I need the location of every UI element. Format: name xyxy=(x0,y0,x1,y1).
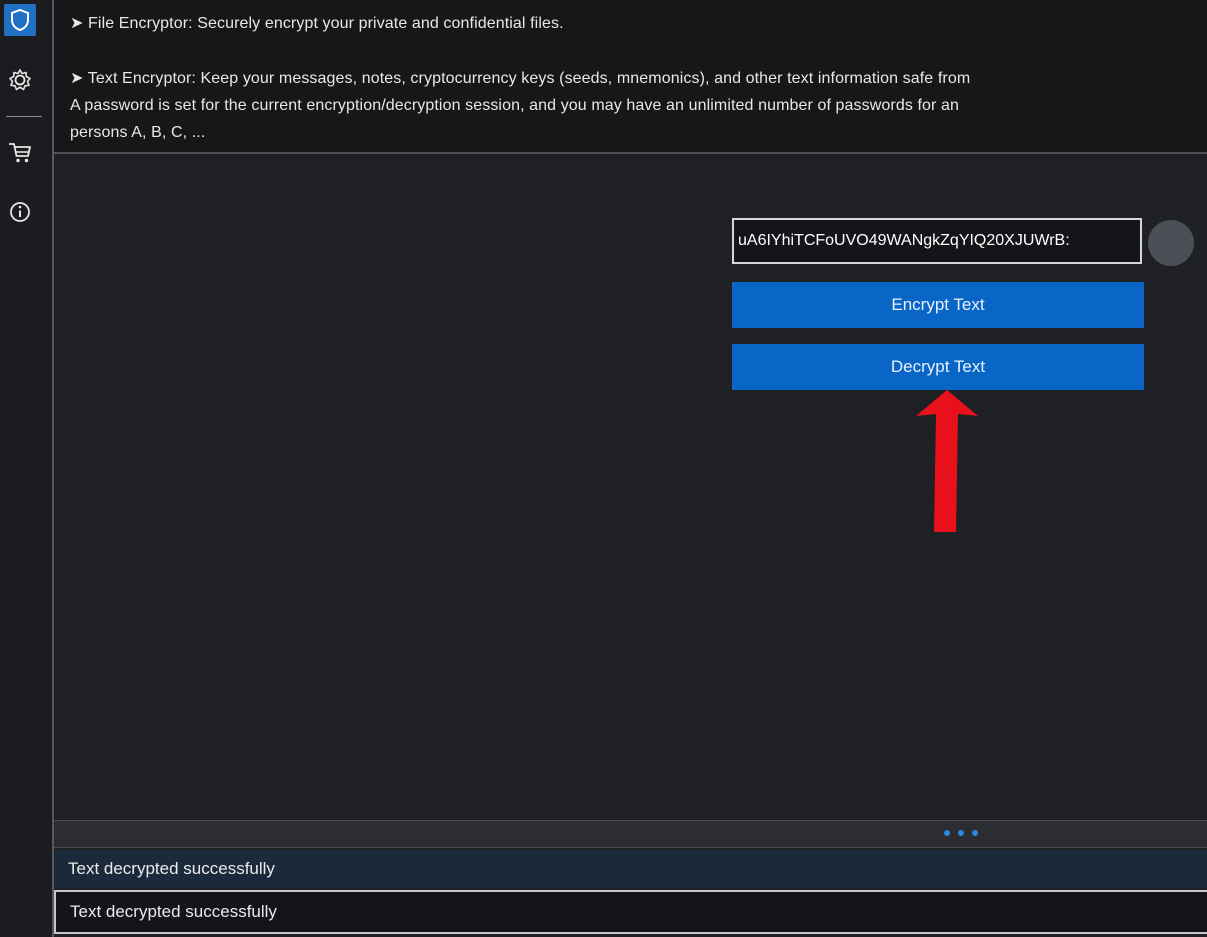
encrypt-text-button[interactable]: Encrypt Text xyxy=(732,282,1144,328)
shield-icon[interactable] xyxy=(4,4,36,36)
gear-icon[interactable] xyxy=(4,64,36,96)
show-password-button[interactable] xyxy=(1148,220,1194,266)
password-input[interactable]: uA6IYhiTCFoUVO49WANgkZqYIQ20XJUWrB: xyxy=(732,218,1142,264)
sidebar-divider xyxy=(6,116,42,117)
splitter-grip-icon[interactable] xyxy=(944,830,980,838)
file-encryptor-description: ➤ File Encryptor: Securely encrypt your … xyxy=(70,15,564,32)
output-textbox[interactable]: Text decrypted successfully xyxy=(54,890,1207,934)
sidebar xyxy=(0,0,54,937)
info-icon[interactable] xyxy=(4,196,36,228)
status-message: Text decrypted successfully xyxy=(54,850,1207,888)
text-encryptor-description: ➤ Text Encryptor: Keep your messages, no… xyxy=(70,70,971,87)
description-panel: ➤ File Encryptor: Securely encrypt your … xyxy=(54,0,1207,154)
app-window: ➤ File Encryptor: Securely encrypt your … xyxy=(0,0,1207,937)
text-encryptor-panel: uA6IYhiTCFoUVO49WANgkZqYIQ20XJUWrB: Encr… xyxy=(54,154,1207,820)
panel-splitter[interactable] xyxy=(54,820,1207,848)
annotation-arrow xyxy=(916,390,978,532)
cart-icon[interactable] xyxy=(4,136,36,168)
persons-description: persons A, B, C, ... xyxy=(70,124,206,141)
decrypt-text-button[interactable]: Decrypt Text xyxy=(732,344,1144,390)
password-description: A password is set for the current encryp… xyxy=(70,97,959,114)
